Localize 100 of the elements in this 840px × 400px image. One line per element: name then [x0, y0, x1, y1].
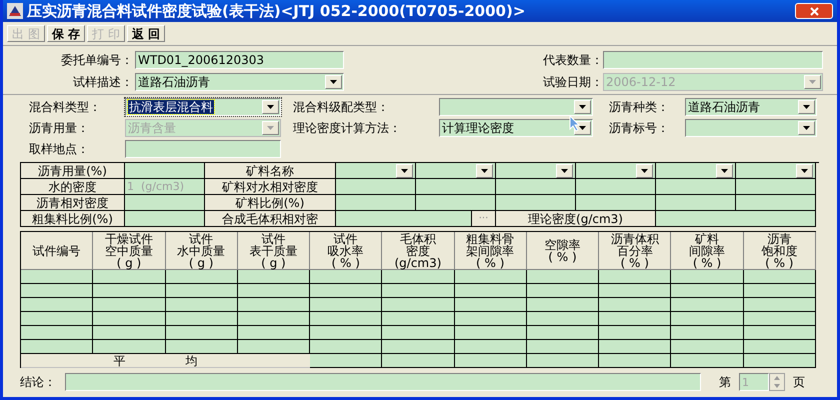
dropdown-field[interactable] [576, 163, 656, 179]
toolbar-button[interactable]: 返 回 [126, 25, 166, 42]
table-cell[interactable] [744, 312, 816, 326]
table-cell[interactable] [496, 195, 576, 211]
table-cell[interactable] [21, 298, 94, 312]
table-cell[interactable] [310, 312, 382, 326]
dropdown-field[interactable]: 道路石油沥青 [135, 73, 344, 91]
table-cell[interactable] [526, 326, 600, 340]
table-cell[interactable] [93, 298, 166, 312]
table-cell[interactable] [238, 340, 310, 354]
table-cell[interactable] [310, 326, 382, 340]
dropdown-button[interactable] [796, 164, 813, 178]
table-cell[interactable] [599, 312, 672, 326]
table-cell[interactable] [93, 340, 166, 354]
dropdown-button[interactable] [262, 100, 279, 114]
table-cell[interactable] [599, 326, 672, 340]
table-cell[interactable] [166, 298, 238, 312]
toolbar-button[interactable]: 保 存 [46, 25, 86, 42]
dropdown-button[interactable] [556, 164, 573, 178]
table-cell[interactable] [21, 312, 94, 326]
table-cell[interactable] [238, 270, 310, 284]
close-button[interactable] [795, 3, 833, 19]
dropdown-button[interactable] [325, 75, 342, 89]
dropdown-button[interactable] [798, 100, 815, 114]
dropdown-field[interactable]: 抗滑表层混合料 [125, 98, 281, 116]
table-cell[interactable] [382, 298, 455, 312]
table-cell[interactable] [310, 298, 382, 312]
table-cell[interactable] [744, 270, 816, 284]
table-cell[interactable] [93, 270, 166, 284]
input-field[interactable] [125, 140, 281, 158]
table-cell[interactable] [21, 270, 94, 284]
conclusion-field[interactable] [65, 373, 701, 391]
table-cell[interactable] [656, 195, 736, 211]
table-cell[interactable] [599, 354, 672, 368]
table-cell[interactable] [310, 354, 382, 368]
table-cell[interactable] [310, 270, 382, 284]
table-cell[interactable] [416, 179, 496, 195]
dropdown-button[interactable] [716, 164, 733, 178]
table-cell[interactable] [671, 354, 744, 368]
dropdown-field[interactable]: 道路石油沥青 [685, 98, 817, 116]
table-cell[interactable] [526, 354, 600, 368]
table-cell[interactable] [744, 354, 816, 368]
table-cell[interactable] [310, 284, 382, 298]
table-cell[interactable] [454, 298, 527, 312]
property-value[interactable] [125, 195, 205, 211]
dropdown-field[interactable]: 计算理论密度 [439, 119, 593, 137]
table-cell[interactable] [744, 298, 816, 312]
table-cell[interactable] [21, 326, 94, 340]
table-cell[interactable] [93, 312, 166, 326]
table-cell[interactable] [671, 298, 744, 312]
table-cell[interactable] [599, 284, 672, 298]
table-cell[interactable] [382, 326, 455, 340]
table-cell[interactable] [599, 340, 672, 354]
table-cell[interactable] [671, 312, 744, 326]
table-cell[interactable] [454, 326, 527, 340]
property-value[interactable] [125, 163, 205, 179]
table-cell[interactable] [238, 312, 310, 326]
table-cell[interactable] [336, 179, 416, 195]
table-cell[interactable] [166, 326, 238, 340]
table-cell[interactable] [736, 179, 816, 195]
dropdown-field[interactable] [685, 119, 817, 137]
table-cell[interactable] [382, 270, 455, 284]
table-cell[interactable] [656, 211, 816, 227]
table-cell[interactable] [93, 284, 166, 298]
table-cell[interactable] [526, 270, 600, 284]
table-cell[interactable] [166, 340, 238, 354]
table-cell[interactable] [526, 298, 600, 312]
input-field[interactable]: WTD01_2006120303 [135, 51, 344, 69]
table-cell[interactable] [526, 340, 600, 354]
input-field[interactable] [603, 51, 823, 69]
table-cell[interactable] [576, 179, 656, 195]
dropdown-field[interactable] [736, 163, 816, 179]
table-cell[interactable] [166, 284, 238, 298]
dropdown-button[interactable] [798, 121, 815, 135]
dropdown-field[interactable] [416, 163, 496, 179]
table-cell[interactable] [382, 354, 455, 368]
table-cell[interactable] [382, 284, 455, 298]
table-cell[interactable] [454, 284, 527, 298]
table-cell[interactable] [526, 284, 600, 298]
table-cell[interactable] [166, 270, 238, 284]
table-cell[interactable] [744, 340, 816, 354]
table-cell[interactable] [744, 326, 816, 340]
dropdown-button[interactable] [574, 100, 591, 114]
table-cell[interactable] [21, 340, 94, 354]
table-cell[interactable] [599, 270, 672, 284]
table-cell[interactable] [526, 312, 600, 326]
table-cell[interactable] [238, 298, 310, 312]
dropdown-field[interactable] [439, 98, 593, 116]
dropdown-field[interactable] [496, 163, 576, 179]
table-cell[interactable] [671, 270, 744, 284]
table-cell[interactable] [238, 326, 310, 340]
table-cell[interactable] [336, 211, 472, 227]
dropdown-field[interactable] [656, 163, 736, 179]
table-cell[interactable] [382, 340, 455, 354]
table-cell[interactable] [496, 179, 576, 195]
table-cell[interactable] [238, 284, 310, 298]
table-cell[interactable] [454, 270, 527, 284]
table-cell[interactable] [599, 298, 672, 312]
table-cell[interactable] [310, 340, 382, 354]
table-cell[interactable] [736, 195, 816, 211]
